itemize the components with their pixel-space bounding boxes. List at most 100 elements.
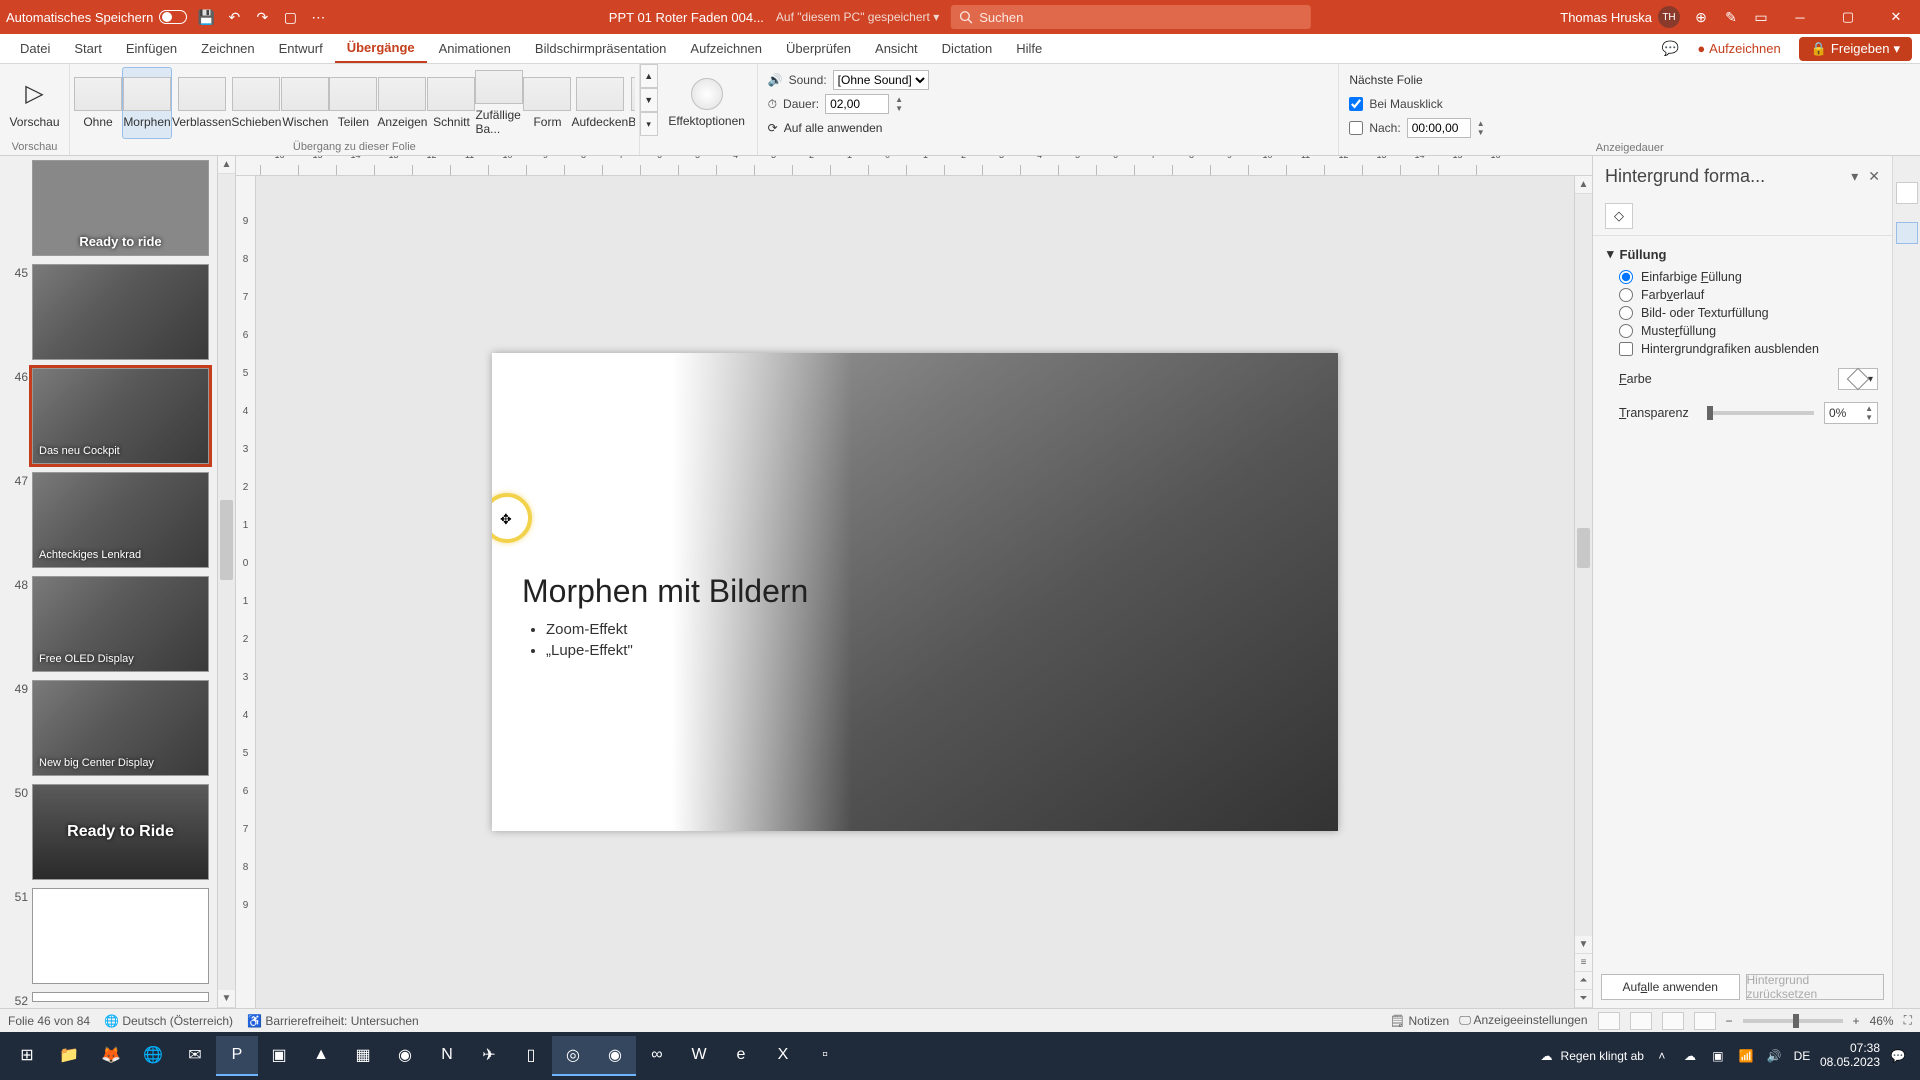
tab-hilfe[interactable]: Hilfe bbox=[1004, 34, 1054, 63]
onedrive-icon[interactable]: ☁ bbox=[1680, 1046, 1700, 1066]
save-icon[interactable]: 💾 bbox=[197, 8, 215, 26]
accessibility-indicator[interactable]: ♿ Barrierefreiheit: Untersuchen bbox=[247, 1014, 419, 1028]
user-account[interactable]: Thomas Hruska TH bbox=[1560, 6, 1680, 28]
slide-canvas[interactable]: ✥ Morphen mit Bildern Zoom-Effekt „Lupe-… bbox=[492, 353, 1338, 831]
after-checkbox[interactable] bbox=[1349, 121, 1363, 135]
tray-icon-2[interactable]: ▣ bbox=[1708, 1046, 1728, 1066]
pane-apply-all-button[interactable]: Auf alle anwenden bbox=[1601, 974, 1740, 1000]
tray-up-icon[interactable]: ˄ bbox=[1652, 1046, 1672, 1066]
undo-icon[interactable]: ↶ bbox=[225, 8, 243, 26]
autosave-toggle[interactable]: Automatisches Speichern bbox=[6, 10, 187, 25]
app-icon-2[interactable]: ▦ bbox=[342, 1036, 384, 1076]
escroll-page-up[interactable]: ⏶ bbox=[1575, 972, 1592, 990]
app-icon-4[interactable]: ▯ bbox=[510, 1036, 552, 1076]
transition-wischen[interactable]: Wischen bbox=[281, 67, 329, 139]
firefox-icon[interactable]: 🦊 bbox=[90, 1036, 132, 1076]
window-icon[interactable]: ▭ bbox=[1752, 8, 1770, 26]
transition-aufdecken[interactable]: Aufdecken bbox=[571, 67, 628, 139]
after-input[interactable] bbox=[1407, 118, 1471, 138]
app-icon-5[interactable]: ▫ bbox=[804, 1036, 846, 1076]
transparency-value-input[interactable]: 0%▲▼ bbox=[1824, 402, 1878, 424]
sound-select[interactable]: [Ohne Sound] bbox=[833, 70, 929, 90]
wifi-icon[interactable]: 📶 bbox=[1736, 1046, 1756, 1066]
save-location[interactable]: Auf "diesem PC" gespeichert ▾ bbox=[776, 10, 939, 24]
dur-down[interactable]: ▼ bbox=[895, 104, 903, 113]
transition-morphen[interactable]: Morphen bbox=[122, 67, 172, 139]
comments-icon[interactable]: 💬 bbox=[1661, 40, 1679, 58]
language-icon[interactable]: DE bbox=[1792, 1046, 1812, 1066]
restore-button[interactable]: ▢ bbox=[1830, 2, 1866, 32]
transition-teilen[interactable]: Teilen bbox=[329, 67, 377, 139]
escroll-down[interactable]: ▼ bbox=[1575, 936, 1592, 954]
scroll-up-button[interactable]: ▲ bbox=[218, 156, 235, 174]
redo-icon[interactable]: ↷ bbox=[253, 8, 271, 26]
close-button[interactable]: ✕ bbox=[1878, 2, 1914, 32]
vlc-icon[interactable]: ▲ bbox=[300, 1036, 342, 1076]
slide-thumbnail[interactable]: Free OLED Display bbox=[32, 576, 209, 672]
tab-dictation[interactable]: Dictation bbox=[930, 34, 1005, 63]
slide-thumbnail[interactable]: Ready to Ride bbox=[32, 784, 209, 880]
tab-uebergaenge[interactable]: Übergänge bbox=[335, 34, 427, 63]
zoom-in-button[interactable]: + bbox=[1853, 1014, 1860, 1028]
after-up[interactable]: ▲ bbox=[1477, 119, 1485, 128]
preview-button[interactable]: ▷ Vorschau bbox=[4, 67, 65, 139]
mouse-click-checkbox[interactable] bbox=[1349, 97, 1363, 111]
tab-animationen[interactable]: Animationen bbox=[427, 34, 523, 63]
record-button[interactable]: ● Aufzeichnen bbox=[1689, 39, 1788, 58]
weather-icon[interactable]: ☁ bbox=[1541, 1049, 1553, 1063]
tab-entwurf[interactable]: Entwurf bbox=[267, 34, 335, 63]
fill-tab-icon[interactable]: ◇ bbox=[1605, 203, 1633, 229]
telegram-icon[interactable]: ✈ bbox=[468, 1036, 510, 1076]
edge-icon[interactable]: e bbox=[720, 1036, 762, 1076]
after-down[interactable]: ▼ bbox=[1477, 128, 1485, 137]
slide-thumbnail[interactable]: Achteckiges Lenkrad bbox=[32, 472, 209, 568]
tab-ansicht[interactable]: Ansicht bbox=[863, 34, 930, 63]
tab-datei[interactable]: Datei bbox=[8, 34, 62, 63]
transition-bedecken[interactable]: Bedecken bbox=[628, 67, 634, 139]
draw-icon[interactable]: ✎ bbox=[1722, 8, 1740, 26]
slide-thumbnail[interactable] bbox=[32, 992, 209, 1002]
more-icon[interactable]: ⋯ bbox=[309, 8, 327, 26]
present-icon[interactable]: ▢ bbox=[281, 8, 299, 26]
volume-icon[interactable]: 🔊 bbox=[1764, 1046, 1784, 1066]
notes-button[interactable]: 🗒 Notizen bbox=[1390, 1014, 1449, 1028]
view-reading-button[interactable] bbox=[1662, 1012, 1684, 1030]
hide-bg-checkbox[interactable] bbox=[1619, 342, 1633, 356]
tab-einfuegen[interactable]: Einfügen bbox=[114, 34, 189, 63]
excel-icon[interactable]: X bbox=[762, 1036, 804, 1076]
effect-options-button[interactable]: Effektoptionen bbox=[662, 78, 752, 128]
transition-schieben[interactable]: Schieben bbox=[231, 67, 281, 139]
tab-bildschirm[interactable]: Bildschirmpräsentation bbox=[523, 34, 679, 63]
view-normal-button[interactable] bbox=[1598, 1012, 1620, 1030]
tab-ueberpruefen[interactable]: Überprüfen bbox=[774, 34, 863, 63]
pane-close-icon[interactable]: ✕ bbox=[1868, 168, 1880, 185]
dur-up[interactable]: ▲ bbox=[895, 95, 903, 104]
search-input[interactable]: Suchen bbox=[951, 5, 1311, 29]
editor-scrollbar-v[interactable]: ▲ ▼ ≡ ⏶ ⏷ bbox=[1574, 176, 1592, 1008]
minimize-button[interactable]: ─ bbox=[1782, 2, 1818, 32]
apply-all-button[interactable]: Auf alle anwenden bbox=[784, 121, 883, 135]
transparency-slider[interactable] bbox=[1707, 411, 1814, 415]
language-indicator[interactable]: 🌐 Deutsch (Österreich) bbox=[104, 1014, 233, 1028]
notifications-icon[interactable]: 💬 bbox=[1888, 1046, 1908, 1066]
onenote-icon[interactable]: N bbox=[426, 1036, 468, 1076]
strip-btn-1[interactable] bbox=[1896, 182, 1918, 204]
zoom-level[interactable]: 46% bbox=[1870, 1014, 1894, 1028]
thumbs-scrollbar[interactable]: ▲ ▼ bbox=[217, 156, 235, 1008]
color-picker-button[interactable]: ▾ bbox=[1838, 368, 1878, 390]
gallery-down-button[interactable]: ▼ bbox=[640, 88, 658, 112]
fit-button[interactable]: ⛶ bbox=[1904, 1013, 1912, 1028]
slide-bullets[interactable]: Zoom-Effekt „Lupe-Effekt" bbox=[528, 621, 633, 663]
powerpoint-icon[interactable]: P bbox=[216, 1036, 258, 1076]
display-settings-button[interactable]: 🖵 Anzeigeeinstellungen bbox=[1459, 1013, 1587, 1028]
escroll-up[interactable]: ▲ bbox=[1575, 176, 1592, 194]
chrome-icon[interactable]: 🌐 bbox=[132, 1036, 174, 1076]
transition-anzeigen[interactable]: Anzeigen bbox=[377, 67, 427, 139]
start-button[interactable]: ⊞ bbox=[6, 1036, 48, 1076]
camtasia-icon[interactable]: ◉ bbox=[594, 1036, 636, 1076]
gradient-fill-radio[interactable] bbox=[1619, 288, 1633, 302]
escroll-prev[interactable]: ≡ bbox=[1575, 954, 1592, 972]
slide-counter[interactable]: Folie 46 von 84 bbox=[8, 1014, 90, 1028]
zoom-out-button[interactable]: − bbox=[1726, 1014, 1733, 1028]
tab-start[interactable]: Start bbox=[62, 34, 113, 63]
